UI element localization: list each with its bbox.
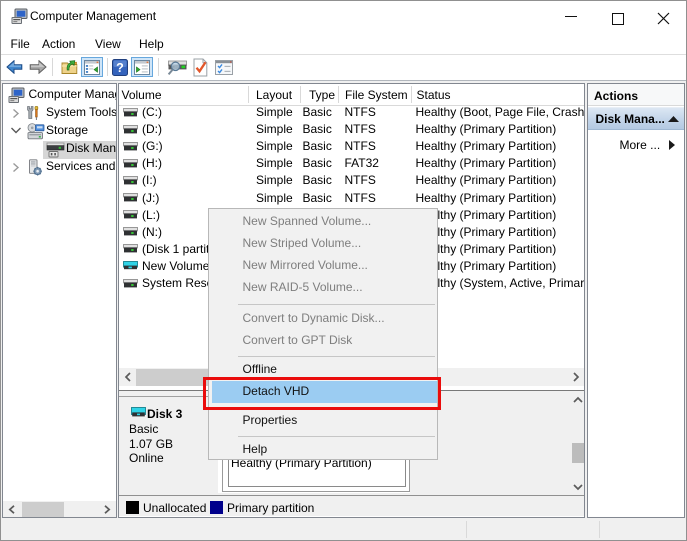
svg-text:?: ? <box>116 61 124 75</box>
